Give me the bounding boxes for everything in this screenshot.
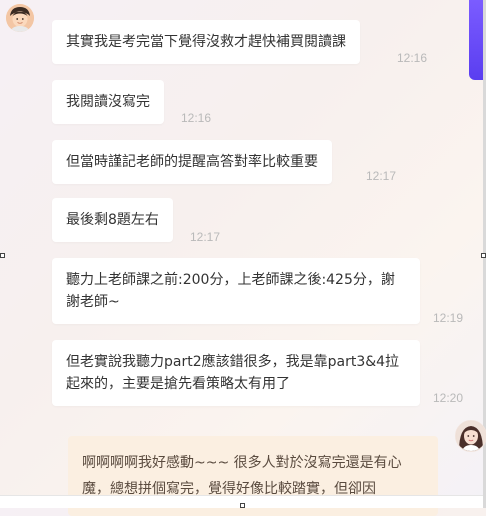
message-bubble: 但老實說我聽力part2應該錯很多，我是靠part3&4拉起來的，主要是搶先看策… — [52, 340, 420, 406]
message-timestamp: 12:17 — [366, 169, 397, 183]
message-bubble: 但當時謹記老師的提醒高答對率比較重要 — [52, 140, 332, 184]
reply-text: 啊啊啊啊我好感動~~~ 很多人對於沒寫完還是有心魔，總想拼個寫完，覺得好像比較踏… — [82, 455, 402, 497]
message-text: 最後剩8題左右 — [66, 212, 159, 228]
message-timestamp: 12:17 — [190, 230, 221, 244]
teacher-avatar-icon — [455, 420, 486, 452]
message-timestamp: 12:19 — [433, 311, 464, 325]
resize-handle[interactable] — [240, 503, 245, 508]
message-bubble: 其實我是考完當下覺得沒救才趕快補買閱讀課 — [52, 20, 360, 64]
message-timestamp: 12:16 — [181, 111, 212, 125]
message-text: 但當時謹記老師的提醒高答對率比較重要 — [66, 154, 318, 170]
message-bubble: 我閱讀沒寫完 — [52, 80, 164, 124]
message-text: 我閱讀沒寫完 — [66, 94, 150, 110]
message-bubble: 最後剩8題左右 — [52, 198, 173, 242]
message-timestamp: 12:20 — [433, 391, 464, 405]
message-bubble: 聽力上老師課之前:200分，上老師課之後:425分，謝謝老師~ — [52, 258, 420, 324]
accent-tab[interactable] — [469, 0, 483, 80]
message-text: 聽力上老師課之前:200分，上老師課之後:425分，謝謝老師~ — [66, 272, 395, 310]
message-timestamp: 12:16 — [397, 51, 428, 65]
resize-handle[interactable] — [0, 253, 5, 258]
message-text: 其實我是考完當下覺得沒救才趕快補買閱讀課 — [66, 34, 346, 50]
resize-handle[interactable] — [481, 253, 486, 258]
user-avatar-icon — [6, 4, 34, 32]
message-text: 但老實說我聽力part2應該錯很多，我是靠part3&4拉起來的，主要是搶先看策… — [66, 354, 400, 392]
